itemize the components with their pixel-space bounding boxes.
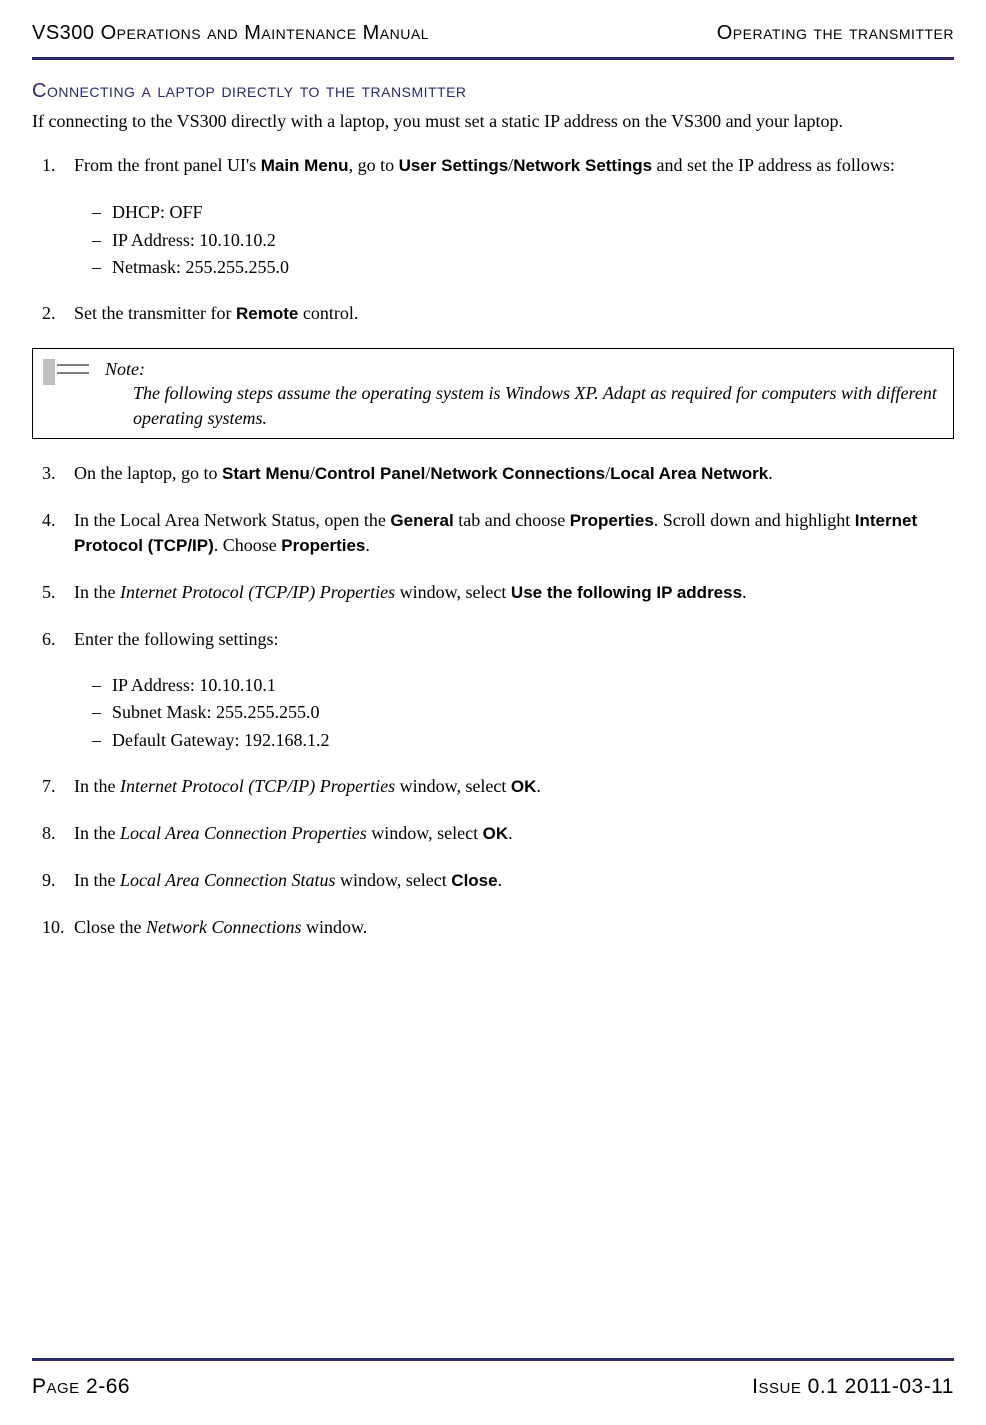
step-6-sublist: IP Address: 10.10.10.1 Subnet Mask: 255.… xyxy=(74,673,954,752)
intro-paragraph: If connecting to the VS300 directly with… xyxy=(32,109,954,133)
sub-item: Default Gateway: 192.168.1.2 xyxy=(92,728,954,752)
note-box: Note: The following steps assume the ope… xyxy=(32,348,954,439)
note-body: The following steps assume the operating… xyxy=(105,381,943,430)
steps-list: 1. From the front panel UI's Main Menu, … xyxy=(32,153,954,326)
section-title: Connecting a laptop directly to the tran… xyxy=(32,78,954,105)
footer-issue: Issue 0.1 2011-03-11 xyxy=(752,1373,954,1401)
page-header: VS300 Operations and Maintenance Manual … xyxy=(32,20,954,60)
page-footer: Page 2-66 Issue 0.1 2011-03-11 xyxy=(32,1358,954,1401)
step-7: 7. In the Internet Protocol (TCP/IP) Pro… xyxy=(74,774,954,799)
note-title: Note: xyxy=(105,357,943,381)
step-9: 9. In the Local Area Connection Status w… xyxy=(74,868,954,893)
sub-item: DHCP: OFF xyxy=(92,200,954,224)
footer-page: Page 2-66 xyxy=(32,1373,130,1401)
step-2: 2. Set the transmitter for Remote contro… xyxy=(74,301,954,326)
step-6: 6. Enter the following settings: IP Addr… xyxy=(74,627,954,752)
step-5: 5. In the Internet Protocol (TCP/IP) Pro… xyxy=(74,580,954,605)
step-1-sublist: DHCP: OFF IP Address: 10.10.10.2 Netmask… xyxy=(74,200,954,279)
steps-list-continued: 3. On the laptop, go to Start Menu/Contr… xyxy=(32,461,954,939)
note-content: Note: The following steps assume the ope… xyxy=(105,357,943,430)
step-3: 3. On the laptop, go to Start Menu/Contr… xyxy=(74,461,954,486)
header-left: VS300 Operations and Maintenance Manual xyxy=(32,20,429,47)
sub-item: IP Address: 10.10.10.2 xyxy=(92,228,954,252)
sub-item: Subnet Mask: 255.255.255.0 xyxy=(92,700,954,724)
step-4: 4. In the Local Area Network Status, ope… xyxy=(74,508,954,558)
note-icon xyxy=(43,359,91,385)
step-10: 10. Close the Network Connections window… xyxy=(74,915,954,939)
sub-item: IP Address: 10.10.10.1 xyxy=(92,673,954,697)
step-1: 1. From the front panel UI's Main Menu, … xyxy=(74,153,954,279)
header-right: Operating the transmitter xyxy=(717,20,954,47)
sub-item: Netmask: 255.255.255.0 xyxy=(92,255,954,279)
step-8: 8. In the Local Area Connection Properti… xyxy=(74,821,954,846)
